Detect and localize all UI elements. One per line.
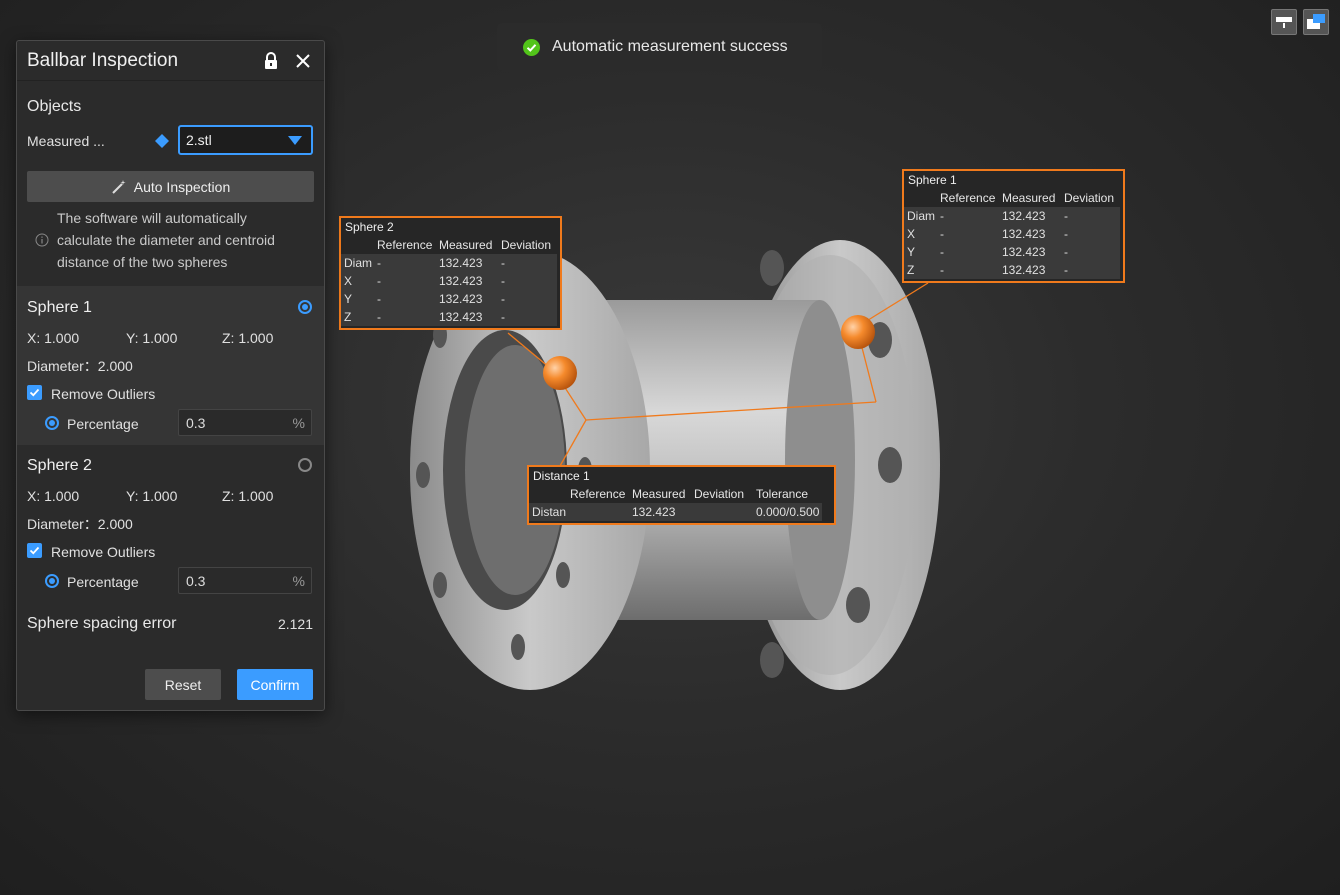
chevron-down-icon [288,136,302,145]
annotation-sphere-1[interactable]: Sphere 1 Reference Measured Deviation Diam… [902,169,1125,283]
header-deviation: Deviation [501,238,552,252]
header-reference: Reference [570,487,626,501]
header-tolerance: Tolerance [756,487,809,501]
table-row: Y -132.423- [341,290,557,308]
table-row: Diam -132.423- [904,207,1120,225]
header-reference: Reference [377,238,433,252]
sphere-1-z: Z: 1.000 [222,330,274,346]
sphere-2-remove-outliers-checkbox[interactable] [27,543,42,558]
check-circle-icon [523,38,540,56]
sphere-2-diameter: Diameter：2.000 [27,516,133,532]
sphere-1-percentage-input[interactable]: 0.3 % [178,409,312,436]
toast-message: Automatic measurement success [552,38,788,55]
table-row: X -132.423- [341,272,557,290]
sphere-2-z: Z: 1.000 [222,488,274,504]
info-note: The software will automatically calculat… [35,207,295,273]
percent-unit: % [292,572,305,589]
sphere-1-section[interactable]: Sphere 1 X: 1.000 Y: 1.000 Z: 1.000 Diam… [17,286,324,445]
success-toast: Automatic measurement success [497,23,822,71]
percent-unit: % [292,414,305,431]
close-icon[interactable] [292,50,314,72]
auto-inspection-label: Auto Inspection [133,178,231,195]
sphere-2-radio[interactable] [298,458,312,472]
objects-heading: Objects [27,98,82,115]
sphere-2-remove-outliers-label: Remove Outliers [51,544,156,560]
annotation-table: Reference Measured Deviation Diam -132.423-… [341,236,557,326]
measured-object-select[interactable]: 2.stl [178,125,313,155]
fit-view-button[interactable] [1303,9,1329,35]
sphere-1-radio[interactable] [298,300,312,314]
sphere-1-y: Y: 1.000 [126,330,178,346]
table-row: X -132.423- [904,225,1120,243]
lock-icon[interactable] [260,50,282,72]
swap-view-icon [1307,14,1325,29]
sphere-1-diameter: Diameter：2.000 [27,358,133,374]
panel-header: Ballbar Inspection [17,41,324,81]
info-icon [35,233,49,247]
sphere-1-remove-outliers-checkbox[interactable] [27,385,42,400]
header-reference: Reference [940,191,996,205]
measured-label: Measured ... [27,133,105,149]
sphere-1-percentage-value: 0.3 [186,414,206,431]
header-measured: Measured [1002,191,1056,205]
sphere-1-title: Sphere 1 [27,299,92,316]
table-row: Distan 132.423 0.000/0.500 [529,503,823,521]
table-row: Z -132.423- [904,261,1120,279]
sphere-2-percentage-label: Percentage [67,574,139,590]
header-measured: Measured [632,487,686,501]
panel-title: Ballbar Inspection [27,49,179,71]
annotation-table: Reference Measured Deviation Diam -132.423-… [904,189,1120,279]
table-row: Z -132.423- [341,308,557,326]
annotation-distance-1[interactable]: Distance 1 Reference Measured Deviation Tol… [527,465,836,525]
sphere-1-percentage-label: Percentage [67,416,139,432]
sphere-1-marker[interactable] [841,315,875,349]
view-toggle-button[interactable] [1271,9,1297,35]
sphere-2-percentage-value: 0.3 [186,572,206,589]
sphere-2-title: Sphere 2 [27,457,92,474]
sphere-2-percentage-input[interactable]: 0.3 % [178,567,312,594]
header-deviation: Deviation [694,487,745,501]
header-measured: Measured [439,238,493,252]
confirm-label: Confirm [250,676,300,693]
diamond-icon [155,134,169,148]
reset-button[interactable]: Reset [145,669,221,700]
table-row: Y -132.423- [904,243,1120,261]
sphere-1-x: X: 1.000 [27,330,80,346]
layout-icon [1276,17,1292,28]
info-text: The software will automatically calculat… [57,210,275,270]
spacing-error-value: 2.121 [277,616,313,632]
measured-object-value: 2.stl [186,132,212,148]
sphere-1-remove-outliers-label: Remove Outliers [51,386,156,402]
sphere-2-marker[interactable] [543,356,577,390]
confirm-button[interactable]: Confirm [237,669,313,700]
auto-inspection-button[interactable]: Auto Inspection [27,171,314,202]
sphere-2-percentage-radio[interactable] [45,574,59,588]
header-deviation: Deviation [1064,191,1115,205]
magic-wand-icon [112,179,126,194]
spacing-error-label: Sphere spacing error [27,615,177,632]
annotation-table: Reference Measured Deviation Tolerance Dist… [529,485,823,521]
check-icon [29,546,40,555]
sphere-2-section[interactable]: Sphere 2 X: 1.000 Y: 1.000 Z: 1.000 Diam… [17,445,324,605]
sphere-1-percentage-radio[interactable] [45,416,59,430]
ballbar-inspection-panel: Ballbar Inspection Objects Measured ... … [16,40,325,711]
sphere-2-x: X: 1.000 [27,488,80,504]
annotation-title: Distance 1 [533,469,590,483]
annotation-sphere-2[interactable]: Sphere 2 Reference Measured Deviation Diam… [339,216,562,330]
annotation-title: Sphere 1 [908,173,957,187]
reset-label: Reset [164,676,202,693]
check-icon [29,388,40,397]
sphere-2-y: Y: 1.000 [126,488,178,504]
table-row: Diam -132.423- [341,254,557,272]
annotation-title: Sphere 2 [345,220,394,234]
